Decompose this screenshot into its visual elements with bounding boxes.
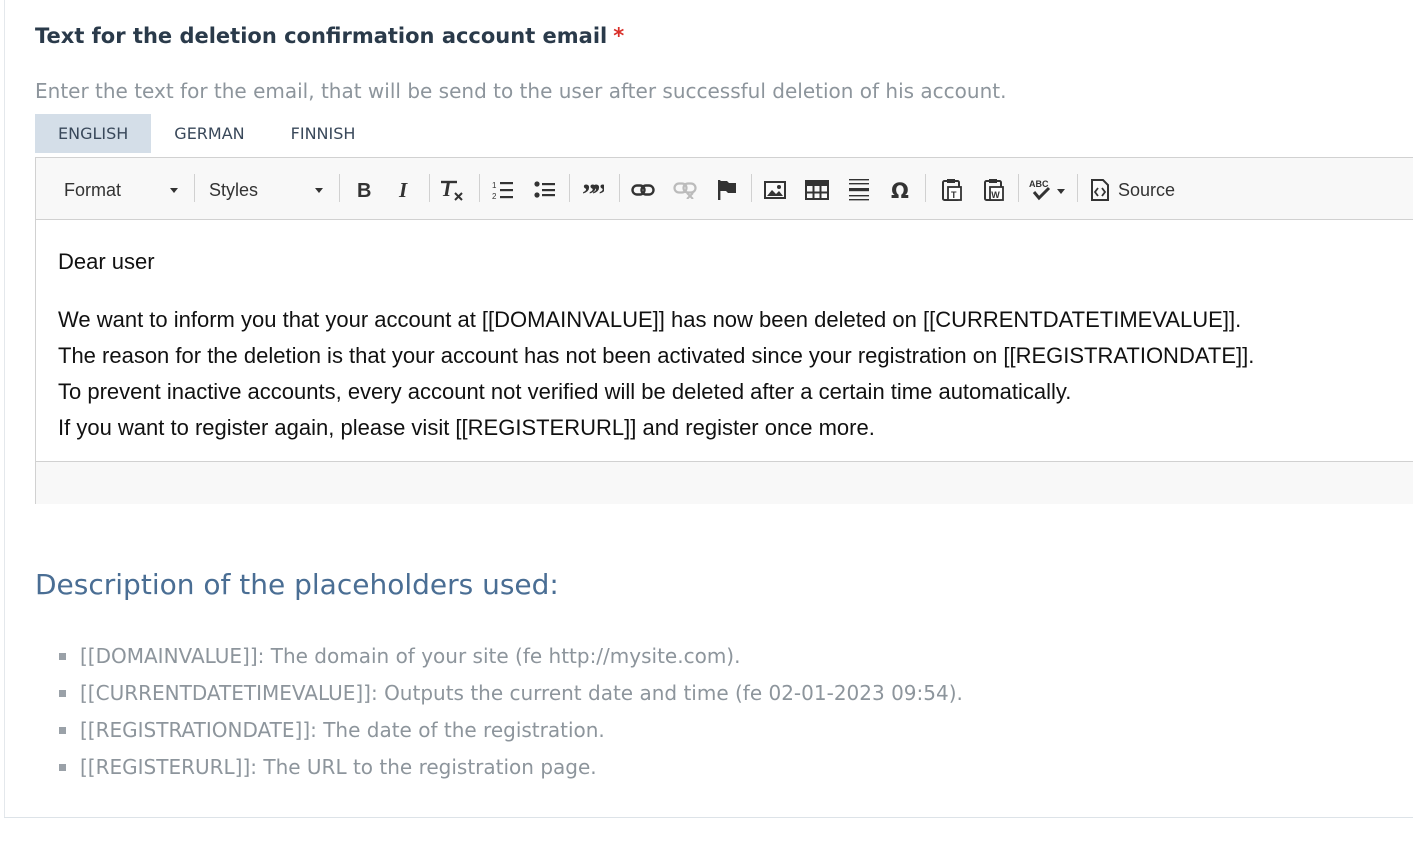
email-line: If you want to register again, please vi…: [58, 415, 875, 440]
panel-bottom-border: [4, 817, 1413, 818]
special-char-icon[interactable]: Ω: [888, 175, 914, 205]
tab-german[interactable]: GERMAN: [151, 114, 267, 153]
field-help-text: Enter the text for the email, that will …: [35, 79, 1007, 103]
bulleted-list-icon[interactable]: [532, 175, 558, 205]
svg-text:Ω: Ω: [891, 179, 909, 201]
toolbar-separator: [194, 174, 195, 202]
toolbar-separator: [339, 174, 340, 202]
italic-icon[interactable]: I: [392, 175, 418, 205]
table-icon[interactable]: [804, 175, 830, 205]
anchor-icon[interactable]: [714, 175, 740, 205]
remove-format-icon[interactable]: I: [440, 175, 466, 205]
source-button[interactable]: Source: [1090, 175, 1178, 205]
field-label-text: Text for the deletion confirmation accou…: [35, 24, 608, 48]
paste-text-icon[interactable]: T: [939, 175, 965, 205]
unlink-icon[interactable]: [672, 175, 698, 205]
svg-text:”: ”: [592, 180, 604, 200]
list-item: [[CURRENTDATETIMEVALUE]]: Outputs the cu…: [58, 675, 963, 712]
rich-text-editor: Format Styles B I I 12 ””: [35, 157, 1413, 504]
image-icon[interactable]: [762, 175, 788, 205]
spellcheck-icon[interactable]: ABC: [1026, 175, 1068, 205]
language-tabs: ENGLISH GERMAN FINNISH: [35, 114, 378, 153]
svg-text:ABC: ABC: [1029, 179, 1049, 189]
toolbar-separator: [1018, 174, 1019, 202]
toolbar-separator: [1077, 174, 1078, 202]
list-item: [[DOMAINVALUE]]: The domain of your site…: [58, 638, 963, 675]
tab-finnish[interactable]: FINNISH: [268, 114, 379, 153]
blockquote-icon[interactable]: ””: [580, 175, 606, 205]
editor-toolbar: Format Styles B I I 12 ””: [36, 158, 1413, 220]
chevron-down-icon: [170, 188, 178, 193]
svg-text:T: T: [951, 190, 957, 200]
source-icon: [1091, 179, 1109, 201]
format-dropdown-label: Format: [64, 180, 122, 200]
email-greeting: Dear user: [58, 249, 155, 274]
tab-english[interactable]: ENGLISH: [35, 114, 152, 153]
editor-content-area[interactable]: Dear user We want to inform you that you…: [36, 220, 1413, 461]
toolbar-separator: [751, 174, 752, 202]
styles-dropdown[interactable]: Styles: [209, 175, 329, 205]
list-item: [[REGISTERURL]]: The URL to the registra…: [58, 749, 963, 786]
placeholders-heading: Description of the placeholders used:: [35, 568, 559, 601]
svg-text:I: I: [398, 180, 408, 200]
required-marker: *: [613, 24, 625, 48]
toolbar-separator: [569, 174, 570, 202]
toolbar-separator: [619, 174, 620, 202]
svg-text:2: 2: [492, 192, 497, 201]
editor-bottom-bar: [36, 461, 1413, 504]
svg-text:1: 1: [492, 181, 497, 190]
format-dropdown[interactable]: Format: [64, 175, 182, 205]
horizontal-line-icon[interactable]: [846, 175, 872, 205]
paste-word-icon[interactable]: W: [981, 175, 1007, 205]
svg-text:W: W: [991, 190, 1000, 200]
email-line: To prevent inactive accounts, every acco…: [58, 379, 1072, 404]
panel-left-border: [4, 0, 5, 818]
bold-icon[interactable]: B: [351, 175, 377, 205]
toolbar-separator: [429, 174, 430, 202]
email-line: The reason for the deletion is that your…: [58, 343, 1255, 368]
toolbar-separator: [479, 174, 480, 202]
link-icon[interactable]: [630, 175, 656, 205]
chevron-down-icon: [315, 188, 323, 193]
placeholders-list: [[DOMAINVALUE]]: The domain of your site…: [58, 638, 963, 786]
email-line: We want to inform you that your account …: [58, 307, 1242, 332]
numbered-list-icon[interactable]: 12: [490, 175, 516, 205]
source-label: Source: [1118, 179, 1176, 200]
svg-text:B: B: [357, 180, 371, 200]
toolbar-separator: [925, 174, 926, 202]
styles-dropdown-label: Styles: [209, 180, 259, 200]
field-label: Text for the deletion confirmation accou…: [35, 24, 624, 48]
list-item: [[REGISTRATIONDATE]]: The date of the re…: [58, 712, 963, 749]
